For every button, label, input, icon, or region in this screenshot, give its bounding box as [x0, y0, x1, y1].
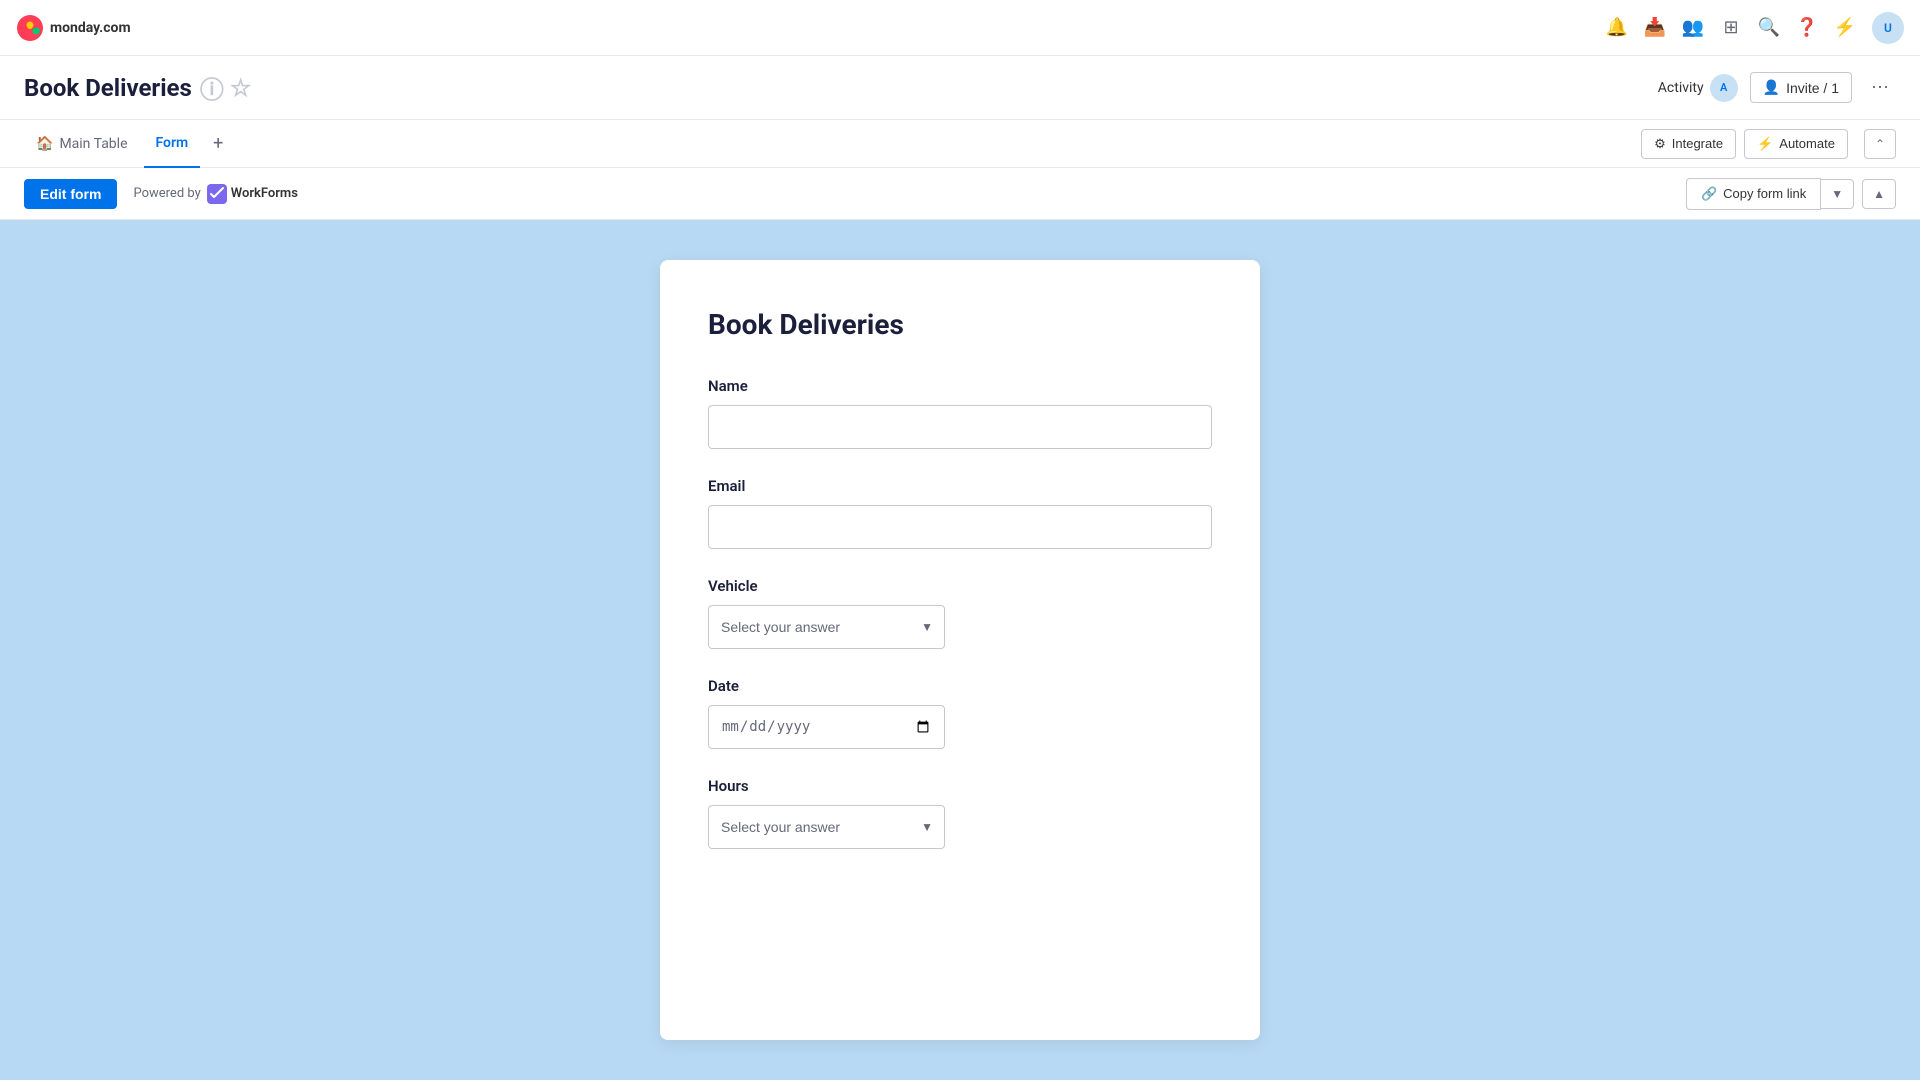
field-name-label: Name: [708, 377, 1212, 395]
search-icon[interactable]: 🔍: [1758, 17, 1780, 39]
automate-button[interactable]: ⚡ Automate: [1744, 129, 1848, 159]
copy-link-label: Copy form link: [1723, 186, 1806, 201]
name-input[interactable]: [708, 405, 1212, 449]
app-name: monday.com: [50, 20, 131, 36]
hours-select[interactable]: Select your answer: [708, 805, 945, 849]
edit-form-button[interactable]: Edit form: [24, 179, 117, 209]
automate-label: Automate: [1779, 136, 1835, 151]
tab-form-label: Form: [156, 135, 189, 151]
field-email: Email: [708, 477, 1212, 549]
logo[interactable]: monday.com: [16, 14, 131, 42]
content-area: Book Deliveries Name Email Vehicle Selec…: [0, 220, 1920, 1080]
automate-icon: ⚡: [1757, 136, 1773, 152]
field-hours-label: Hours: [708, 777, 1212, 795]
field-email-label: Email: [708, 477, 1212, 495]
workforms-logo: WorkForms: [207, 184, 298, 204]
more-options-button[interactable]: ⋯: [1864, 72, 1896, 104]
board-title-area: Book Deliveries ⓘ ☆: [24, 70, 251, 105]
field-vehicle: Vehicle Select your answer ▼: [708, 577, 1212, 649]
invite-label: Invite / 1: [1786, 80, 1839, 96]
activity-avatar: A: [1710, 74, 1738, 102]
brand-icon[interactable]: ⚡: [1834, 17, 1856, 39]
collapse-button[interactable]: ⌃: [1864, 129, 1896, 159]
date-input[interactable]: [708, 705, 945, 749]
formbar-right: 🔗 Copy form link ▼ ▲: [1686, 178, 1896, 210]
tab-form[interactable]: Form: [144, 120, 201, 168]
boardbar: Book Deliveries ⓘ ☆ Activity A 👤 Invite …: [0, 56, 1920, 120]
email-input[interactable]: [708, 505, 1212, 549]
invite-button[interactable]: 👤 Invite / 1: [1750, 72, 1852, 103]
workforms-label: WorkForms: [231, 186, 298, 201]
tabbar-right: ⚙ Integrate ⚡ Automate ⌃: [1641, 129, 1896, 159]
tab-main-table-label: Main Table: [59, 136, 127, 152]
formbar: Edit form Powered by WorkForms 🔗 Copy fo…: [0, 168, 1920, 220]
form-card: Book Deliveries Name Email Vehicle Selec…: [660, 260, 1260, 1040]
powered-by-text: Powered by: [133, 186, 200, 201]
star-icon[interactable]: ☆: [230, 74, 252, 102]
activity-label: Activity: [1658, 80, 1704, 96]
field-date-label: Date: [708, 677, 1212, 695]
vehicle-select-wrapper: Select your answer ▼: [708, 605, 945, 649]
field-vehicle-label: Vehicle: [708, 577, 1212, 595]
copy-link-button[interactable]: 🔗 Copy form link: [1686, 178, 1821, 210]
boardbar-right: Activity A 👤 Invite / 1 ⋯: [1658, 72, 1896, 104]
topbar-left: monday.com: [16, 14, 131, 42]
inbox-icon[interactable]: 📥: [1644, 17, 1666, 39]
vehicle-select[interactable]: Select your answer: [708, 605, 945, 649]
field-name: Name: [708, 377, 1212, 449]
integrate-label: Integrate: [1672, 136, 1723, 151]
person-icon: 👤: [1763, 79, 1780, 96]
people-icon[interactable]: 👥: [1682, 17, 1704, 39]
hours-select-wrapper: Select your answer ▼: [708, 805, 945, 849]
copy-link-dropdown-button[interactable]: ▼: [1821, 179, 1854, 209]
info-icon[interactable]: ⓘ: [200, 70, 224, 105]
panel-collapse-button[interactable]: ▲: [1862, 179, 1896, 209]
avatar[interactable]: U: [1872, 12, 1904, 44]
link-icon: 🔗: [1701, 186, 1717, 202]
tab-main-table[interactable]: 🏠 Main Table: [24, 120, 140, 168]
tabbar: 🏠 Main Table Form + ⚙ Integrate ⚡ Automa…: [0, 120, 1920, 168]
activity-button[interactable]: Activity A: [1658, 74, 1738, 102]
field-date: Date: [708, 677, 1212, 749]
form-title: Book Deliveries: [708, 308, 1212, 341]
edit-form-label: Edit form: [40, 186, 101, 202]
add-tab-button[interactable]: +: [204, 130, 232, 158]
field-hours: Hours Select your answer ▼: [708, 777, 1212, 849]
powered-by-label: Powered by WorkForms: [133, 184, 297, 204]
board-title: Book Deliveries: [24, 74, 192, 102]
board-title-icons: ⓘ ☆: [200, 70, 252, 105]
integrate-button[interactable]: ⚙ Integrate: [1641, 129, 1736, 159]
help-icon[interactable]: ❓: [1796, 17, 1818, 39]
apps-icon[interactable]: ⊞: [1720, 17, 1742, 39]
bell-icon[interactable]: 🔔: [1606, 17, 1628, 39]
integrate-icon: ⚙: [1654, 136, 1666, 152]
topbar-right: 🔔 📥 👥 ⊞ 🔍 ❓ ⚡ U: [1606, 12, 1904, 44]
topbar: monday.com 🔔 📥 👥 ⊞ 🔍 ❓ ⚡ U: [0, 0, 1920, 56]
home-icon: 🏠: [36, 136, 53, 152]
